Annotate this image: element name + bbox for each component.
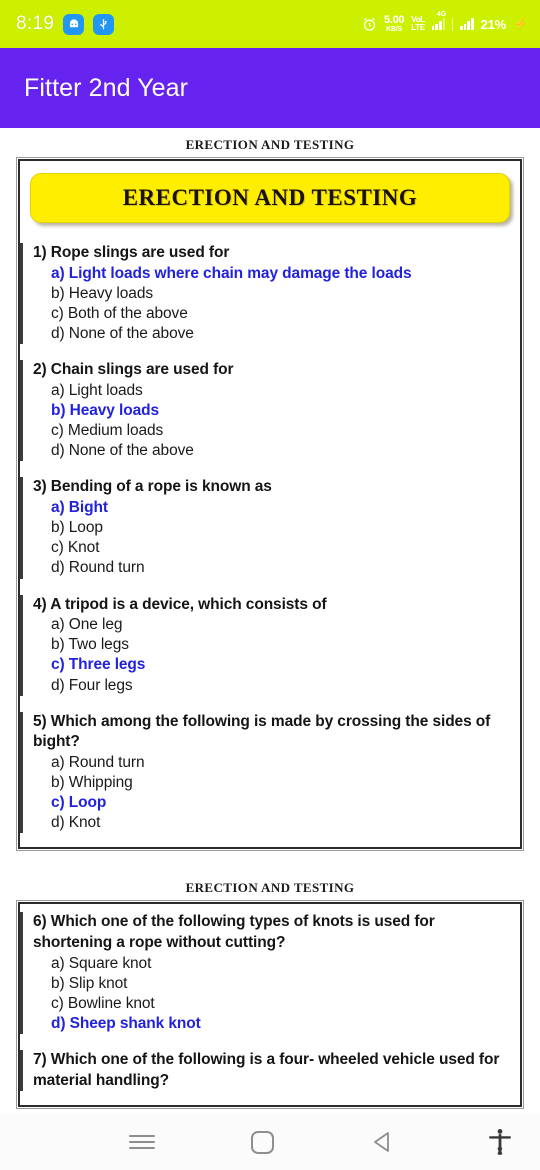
option-a[interactable]: a) Round turn — [33, 753, 510, 773]
option-d[interactable]: d) Sheep shank knot — [33, 1014, 510, 1034]
option-c[interactable]: c) Loop — [33, 793, 510, 813]
option-c[interactable]: c) Knot — [33, 538, 510, 558]
back-triangle-icon[interactable] — [332, 1131, 432, 1153]
recents-menu-icon[interactable] — [92, 1131, 192, 1153]
status-bar: 8:19 5.00 KB/S VoL LTE 4G 21% ⚡ — [0, 0, 540, 48]
page-gap — [0, 849, 540, 871]
option-a[interactable]: a) Bight — [33, 498, 510, 518]
option-a[interactable]: a) One leg — [33, 615, 510, 635]
option-c[interactable]: c) Three legs — [33, 655, 510, 675]
page-sheet-1: ERECTION AND TESTING 1) Rope slings are … — [16, 156, 524, 852]
home-square-shape — [250, 1130, 274, 1154]
option-d[interactable]: d) Four legs — [33, 676, 510, 696]
option-a[interactable]: a) Light loads — [33, 381, 510, 401]
option-a[interactable]: a) Square knot — [33, 954, 510, 974]
option-b[interactable]: b) Whipping — [33, 773, 510, 793]
option-a[interactable]: a) Light loads where chain may damage th… — [33, 264, 510, 284]
question-text: 1) Rope slings are used for — [33, 244, 230, 261]
option-c[interactable]: c) Bowline knot — [33, 994, 510, 1014]
alarm-clock-icon — [363, 17, 376, 31]
app-title: Fitter 2nd Year — [24, 73, 189, 102]
option-b[interactable]: b) Heavy loads — [33, 401, 510, 421]
questions-area-2: 6) Which one of the following types of k… — [20, 904, 520, 1105]
network-speed-unit: KB/S — [386, 26, 403, 33]
network-speed-value: 5.00 — [384, 14, 405, 26]
lightning-bolt-icon: ⚡ — [513, 17, 528, 31]
question-block-2: 2) Chain slings are used for a) Light lo… — [20, 360, 510, 462]
option-b[interactable]: b) Two legs — [33, 635, 510, 655]
battery-percentage: 21% — [480, 16, 507, 32]
question-text: 4) A tripod is a device, which consists … — [33, 595, 327, 613]
question-block-5: 5) Which among the following is made by … — [20, 711, 510, 834]
chapter-banner-text: ERECTION AND TESTING — [122, 185, 418, 210]
option-d[interactable]: d) None of the above — [33, 324, 510, 344]
option-c[interactable]: c) Medium loads — [33, 421, 510, 441]
system-navigation-bar — [0, 1114, 540, 1170]
accessibility-person-icon[interactable] — [488, 1128, 512, 1156]
back-triangle-shape — [372, 1131, 392, 1153]
page-caption: ERECTION AND TESTING — [185, 137, 355, 152]
option-b[interactable]: b) Loop — [33, 518, 510, 538]
question-text: 3) Bending of a rope is known as — [33, 478, 272, 496]
usb-icon — [93, 13, 115, 35]
question-text: 7) Which one of the following is a four-… — [33, 1051, 500, 1089]
status-bar-left: 8:19 — [16, 13, 115, 35]
question-block-4: 4) A tripod is a device, which consists … — [20, 594, 510, 696]
questions-area-1: 1) Rope slings are used for a) Light loa… — [20, 229, 520, 847]
status-bar-clock: 8:19 — [16, 13, 55, 34]
option-b[interactable]: b) Heavy loads — [33, 284, 510, 304]
app-bar: Fitter 2nd Year — [0, 48, 540, 128]
volte-line-2: LTE — [411, 23, 425, 32]
option-b[interactable]: b) Slip knot — [33, 974, 510, 994]
option-d[interactable]: d) Round turn — [33, 558, 510, 578]
page-sheet-2: 6) Which one of the following types of k… — [16, 900, 524, 1110]
question-block-3: 3) Bending of a rope is known as a) Bigh… — [20, 477, 510, 579]
question-block-1: 1) Rope slings are used for a) Light loa… — [20, 243, 510, 345]
question-text: 5) Which among the following is made by … — [33, 712, 491, 751]
sim1-network-type: 4G — [436, 11, 447, 18]
status-bar-right: 5.00 KB/S VoL LTE 4G 21% ⚡ — [362, 11, 528, 34]
recents-lines — [129, 1131, 155, 1153]
question-text: 6) Which one of the following types of k… — [33, 913, 435, 952]
option-d[interactable]: d) Knot — [33, 813, 510, 833]
question-block-7: 7) Which one of the following is a four-… — [20, 1050, 510, 1092]
page-caption: ERECTION AND TESTING — [185, 880, 355, 896]
question-block-6: 6) Which one of the following types of k… — [20, 912, 510, 1035]
option-c[interactable]: c) Both of the above — [33, 304, 510, 324]
home-square-icon[interactable] — [212, 1130, 312, 1154]
signal-bars-2 — [460, 18, 474, 30]
network-speed-indicator: 5.00 KB/S — [384, 14, 405, 34]
signal-bars-1 — [431, 18, 446, 30]
banner-wrapper: ERECTION AND TESTING — [20, 161, 520, 229]
status-bar-divider — [452, 17, 454, 31]
volte-indicator: VoL LTE — [411, 16, 425, 32]
android-robot-icon — [63, 13, 85, 35]
sim1-signal-indicator: 4G — [431, 11, 446, 30]
question-text: 2) Chain slings are used for — [33, 361, 234, 379]
chapter-banner: ERECTION AND TESTING — [30, 173, 510, 223]
option-d[interactable]: d) None of the above — [33, 441, 510, 461]
document-scroll-area[interactable]: ERECTION AND TESTING ERECTION AND TESTIN… — [0, 128, 540, 1114]
